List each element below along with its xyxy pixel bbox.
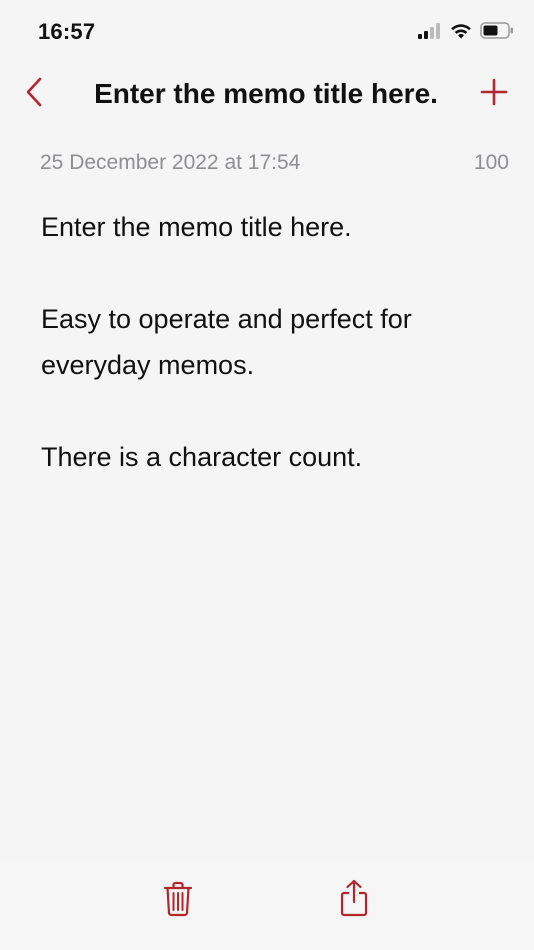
memo-title: Enter the memo title here.	[94, 78, 438, 109]
status-icons	[418, 22, 514, 44]
battery-icon	[480, 22, 514, 44]
memo-text-editor[interactable]: Enter the memo title here. Easy to opera…	[41, 204, 501, 480]
status-time: 16:57	[38, 19, 96, 44]
memo-line: Easy to operate and perfect for	[41, 304, 412, 334]
navigation-bar: Enter the memo title here.	[0, 64, 534, 120]
memo-line	[41, 250, 501, 296]
status-bar: 16:57	[0, 0, 534, 64]
memo-line: There is a character count.	[41, 442, 363, 472]
plus-icon	[480, 78, 508, 111]
memo-line: everyday memos.	[41, 350, 255, 380]
bottom-toolbar	[0, 860, 534, 950]
back-button[interactable]	[18, 76, 50, 112]
memo-date: 25 December 2022 at 17:54	[40, 151, 301, 174]
share-icon	[339, 879, 369, 922]
cellular-signal-icon	[418, 22, 442, 44]
wifi-icon	[450, 23, 472, 44]
memo-line	[41, 388, 501, 434]
chevron-left-icon	[25, 77, 43, 112]
add-memo-button[interactable]	[476, 76, 512, 112]
memo-line: Enter the memo title here.	[41, 212, 352, 242]
character-count: 100	[473, 151, 509, 174]
delete-button[interactable]	[160, 880, 196, 922]
share-button[interactable]	[336, 878, 372, 922]
trash-icon	[163, 881, 193, 922]
